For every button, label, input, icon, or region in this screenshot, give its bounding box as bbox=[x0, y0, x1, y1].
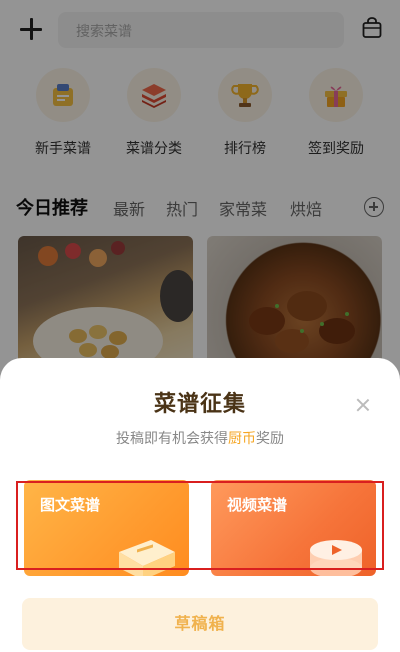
drafts-button[interactable]: 草稿箱 bbox=[22, 598, 378, 650]
subtitle-highlight: 厨币 bbox=[228, 431, 256, 447]
video-play-icon bbox=[310, 540, 362, 576]
option-label: 视频菜谱 bbox=[227, 496, 288, 514]
document-icon bbox=[119, 540, 175, 576]
subtitle-text: 投稿即有机会获得 bbox=[116, 431, 228, 447]
sheet-subtitle: 投稿即有机会获得厨币奖励 bbox=[0, 428, 400, 448]
sheet-title: 菜谱征集 bbox=[153, 392, 246, 417]
close-icon[interactable] bbox=[355, 397, 371, 413]
video-recipe-button[interactable]: 视频菜谱 bbox=[211, 480, 376, 576]
recipe-submission-sheet: 菜谱征集 投稿即有机会获得厨币奖励 图文菜谱 视频菜谱 草稿箱 bbox=[0, 358, 400, 652]
option-label: 图文菜谱 bbox=[40, 496, 101, 514]
subtitle-text: 奖励 bbox=[256, 431, 284, 447]
image-text-recipe-button[interactable]: 图文菜谱 bbox=[24, 480, 189, 576]
